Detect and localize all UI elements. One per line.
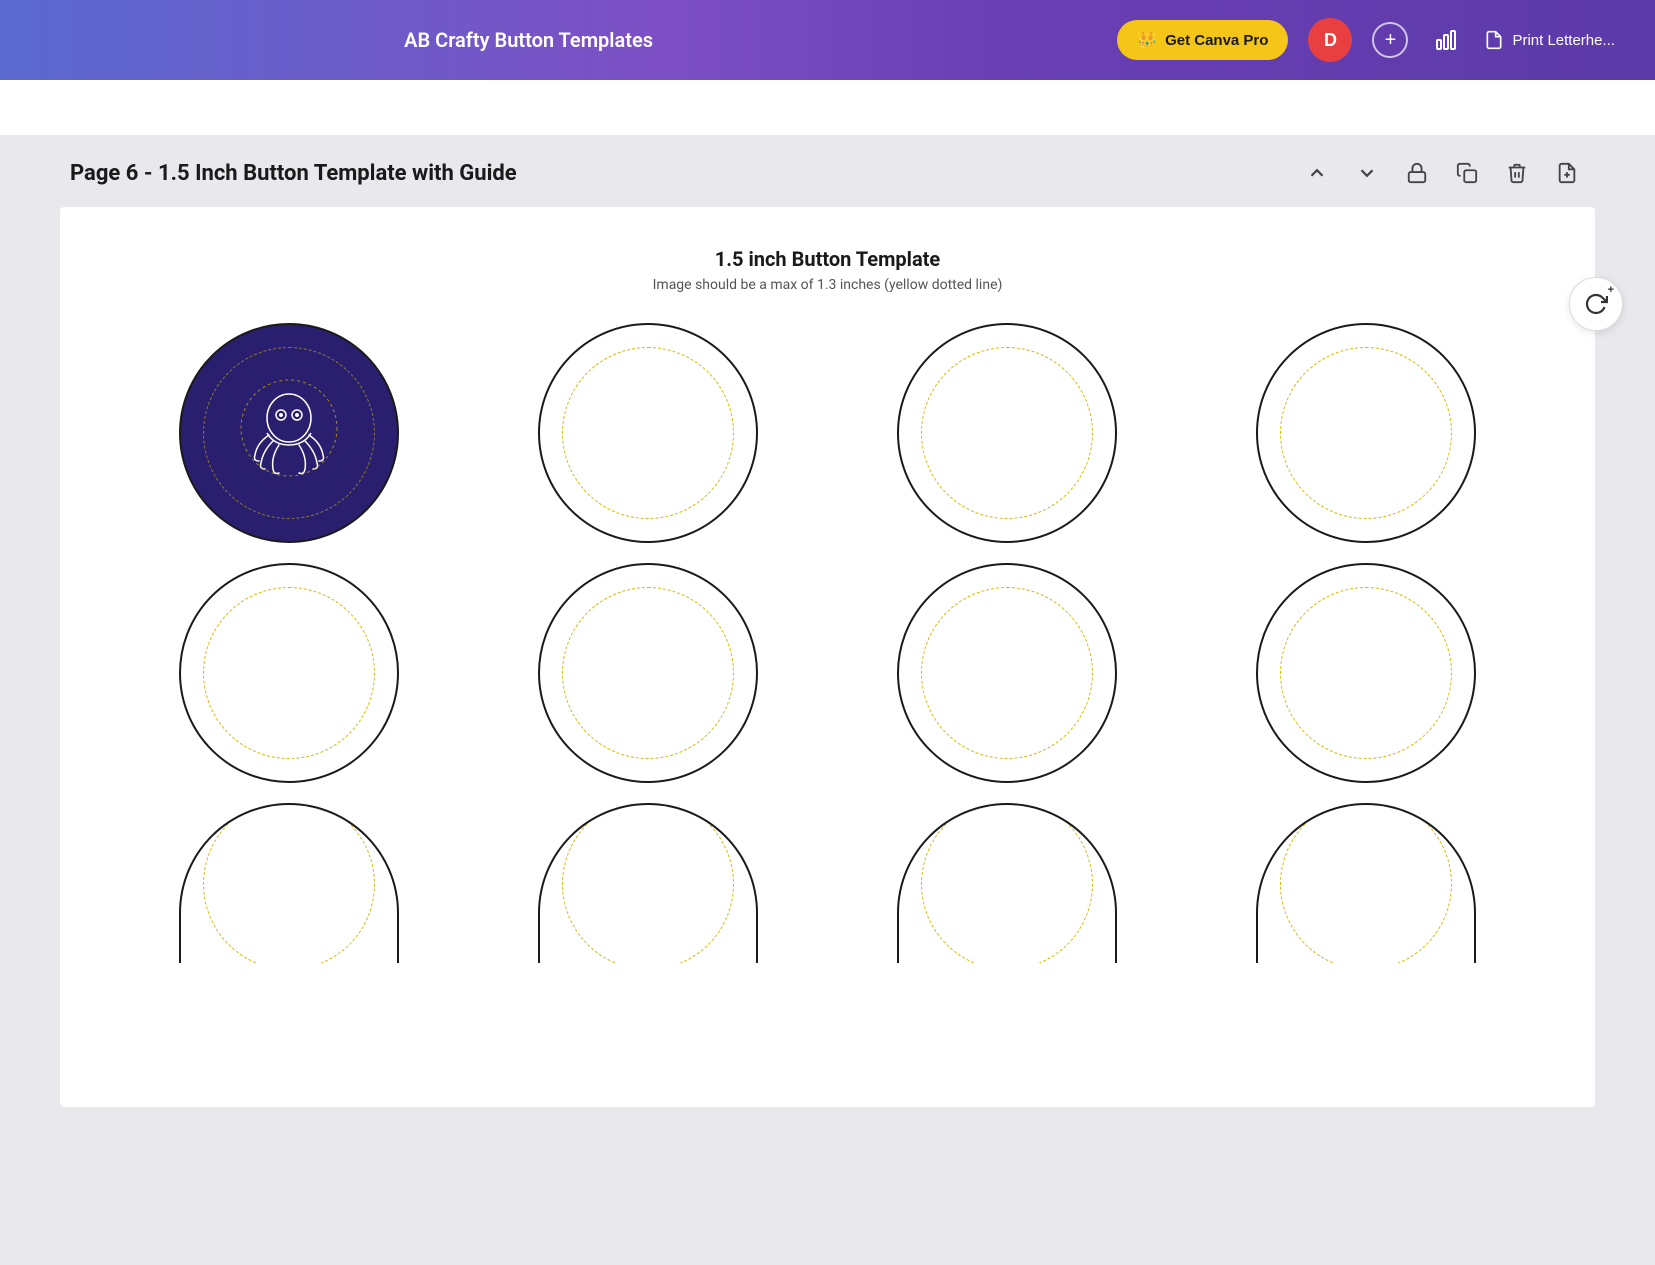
button-circle-12[interactable] — [1256, 803, 1476, 963]
button-circle-11[interactable] — [897, 803, 1117, 963]
white-gap-bar — [0, 80, 1655, 135]
doc-icon — [1484, 30, 1504, 50]
page-header: Page 6 - 1.5 Inch Button Template with G… — [60, 155, 1595, 191]
analytics-button[interactable] — [1428, 22, 1464, 58]
chevron-up-icon — [1306, 162, 1328, 184]
button-circle-8[interactable] — [1256, 563, 1476, 783]
get-canva-pro-button[interactable]: 👑 Get Canva Pro — [1117, 20, 1288, 60]
button-circle-6[interactable] — [538, 563, 758, 783]
button-circle-10[interactable] — [538, 803, 758, 963]
canvas-subtitle: Image should be a max of 1.3 inches (yel… — [110, 277, 1545, 293]
page-header-actions — [1299, 155, 1585, 191]
add-item-button[interactable]: + — [1372, 22, 1408, 58]
button-circle-2[interactable] — [538, 323, 758, 543]
app-title: AB Crafty Button Templates — [40, 28, 1017, 52]
duplicate-button[interactable] — [1449, 155, 1485, 191]
lock-button[interactable] — [1399, 155, 1435, 191]
button-circle-7[interactable] — [897, 563, 1117, 783]
refresh-icon — [1584, 292, 1608, 316]
main-content: Page 6 - 1.5 Inch Button Template with G… — [0, 135, 1655, 1147]
octopus-illustration — [229, 373, 349, 493]
button-circle-5[interactable] — [179, 563, 399, 783]
crown-icon: 👑 — [1137, 30, 1157, 50]
navbar: AB Crafty Button Templates 👑 Get Canva P… — [0, 0, 1655, 80]
copy-icon — [1456, 162, 1478, 184]
print-button[interactable]: Print Letterhe... — [1484, 30, 1615, 50]
chevron-down-icon — [1356, 162, 1378, 184]
refresh-button[interactable]: + — [1569, 277, 1623, 331]
lock-icon — [1406, 162, 1428, 184]
move-up-button[interactable] — [1299, 155, 1335, 191]
canvas-title: 1.5 inch Button Template — [110, 247, 1545, 271]
button-grid — [110, 323, 1545, 963]
add-page-button[interactable] — [1549, 155, 1585, 191]
page-title: Page 6 - 1.5 Inch Button Template with G… — [70, 161, 1283, 186]
add-page-icon — [1556, 162, 1578, 184]
delete-button[interactable] — [1499, 155, 1535, 191]
plus-icon: + — [1385, 29, 1397, 52]
move-down-button[interactable] — [1349, 155, 1385, 191]
chart-icon — [1434, 28, 1458, 52]
button-circle-4[interactable] — [1256, 323, 1476, 543]
canva-pro-label: Get Canva Pro — [1165, 32, 1268, 49]
user-avatar-button[interactable]: D — [1308, 18, 1352, 62]
trash-icon — [1506, 162, 1528, 184]
button-circle-9[interactable] — [179, 803, 399, 963]
button-circle-1[interactable] — [179, 323, 399, 543]
print-label: Print Letterhe... — [1512, 32, 1615, 49]
button-circle-3[interactable] — [897, 323, 1117, 543]
page-canvas: 1.5 inch Button Template Image should be… — [60, 207, 1595, 1107]
refresh-plus-indicator: + — [1608, 284, 1614, 296]
avatar-initial: D — [1324, 30, 1337, 51]
